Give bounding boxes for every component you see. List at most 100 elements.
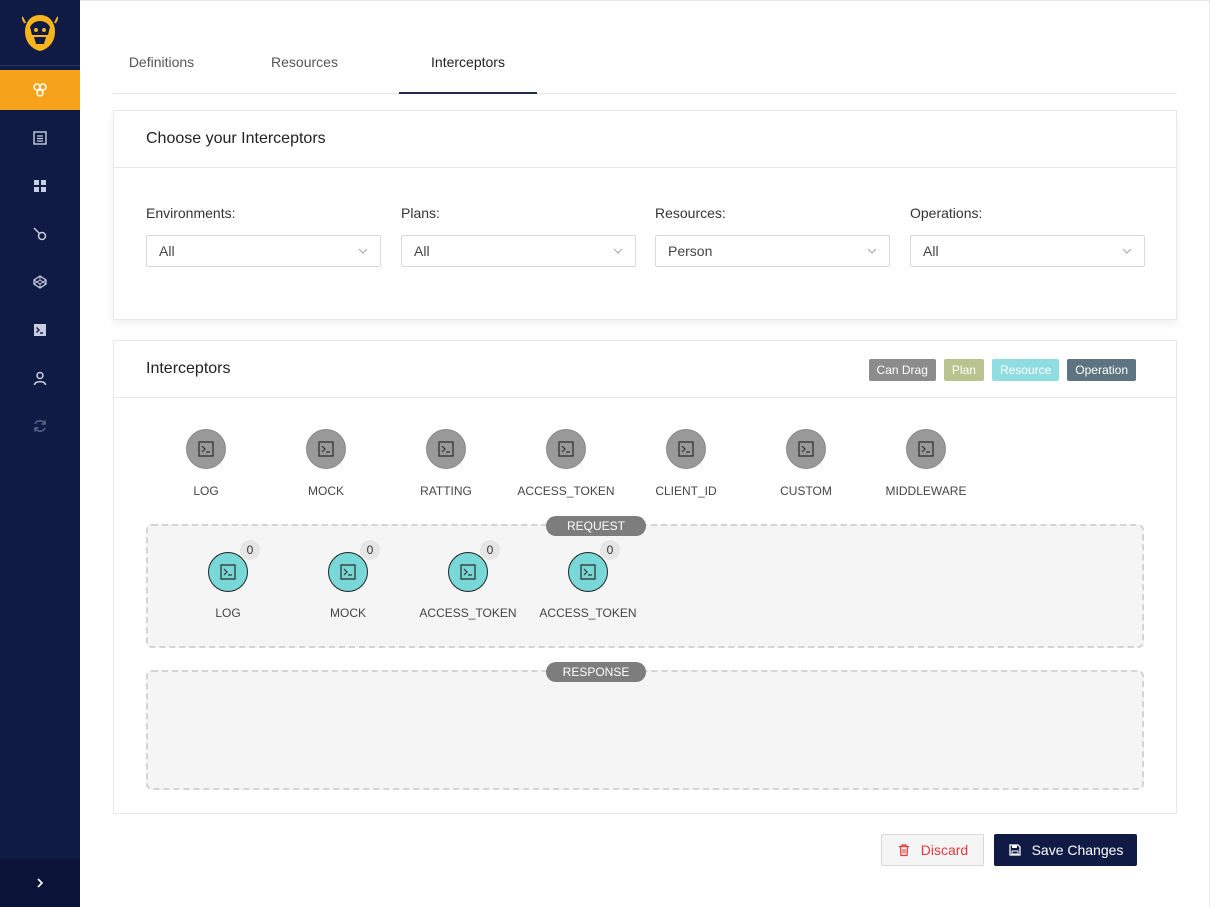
palette-item-middleware[interactable]: MIDDLEWARE (866, 429, 986, 498)
palette-label: ACCESS_TOKEN (517, 484, 615, 498)
nav-list[interactable] (0, 118, 80, 158)
legend: Can Drag Plan Resource Operation (868, 359, 1136, 381)
user-icon (33, 371, 47, 386)
sidebar (0, 0, 80, 907)
palette-label: MOCK (308, 484, 344, 498)
nav-dashboard[interactable] (0, 166, 80, 206)
nav-sync[interactable] (0, 406, 80, 446)
chevron-down-icon (1122, 248, 1132, 254)
request-item-access-token[interactable]: 0 ACCESS_TOKEN (408, 540, 528, 620)
tab-bar: Definitions Resources Interceptors (113, 39, 1177, 94)
chevron-right-icon (37, 878, 44, 888)
filters-card: Choose your Interceptors Environments: A… (113, 110, 1177, 320)
terminal-icon (328, 552, 368, 592)
nav-user[interactable] (0, 358, 80, 398)
count-badge: 0 (360, 540, 380, 560)
helmet-logo-icon (22, 14, 58, 51)
tab-definitions[interactable]: Definitions (113, 39, 210, 94)
dashboard-icon (34, 180, 46, 192)
terminal-icon (208, 552, 248, 592)
palette-item-access-token[interactable]: ACCESS_TOKEN (506, 429, 626, 498)
terminal-icon (666, 429, 706, 469)
palette-item-custom[interactable]: CUSTOM (746, 429, 866, 498)
palette-label: LOG (193, 484, 219, 498)
environments-label: Environments: (146, 205, 236, 221)
plans-label: Plans: (401, 205, 440, 221)
count-badge: 0 (480, 540, 500, 560)
palette-label: CUSTOM (780, 484, 832, 498)
environments-value: All (159, 243, 175, 259)
environments-filter: Environments: All (146, 205, 381, 267)
request-item-label: ACCESS_TOKEN (539, 606, 637, 620)
app-logo[interactable] (0, 0, 80, 66)
sync-icon (34, 420, 46, 432)
legend-can-drag: Can Drag (868, 359, 936, 381)
save-changes-button[interactable]: Save Changes (994, 834, 1137, 866)
nav-codepen[interactable] (0, 262, 80, 302)
interceptors-icon (33, 83, 47, 97)
terminal-icon (306, 429, 346, 469)
palette-item-log[interactable]: LOG (146, 429, 266, 498)
main-content: Definitions Resources Interceptors Choos… (80, 0, 1210, 907)
operations-filter: Operations: All (910, 205, 1145, 267)
operations-select[interactable]: All (910, 235, 1145, 267)
legend-plan: Plan (943, 359, 984, 381)
request-item-log[interactable]: 0 LOG (168, 540, 288, 620)
request-item-label: MOCK (330, 606, 366, 620)
chevron-down-icon (867, 248, 877, 254)
terminal-icon (186, 429, 226, 469)
palette-label: RATTING (420, 484, 472, 498)
resources-filter: Resources: Person (655, 205, 890, 267)
environments-select[interactable]: All (146, 235, 381, 267)
discard-button[interactable]: Discard (881, 834, 984, 866)
interceptors-card: Interceptors Can Drag Plan Resource Oper… (113, 340, 1177, 814)
palette-label: MIDDLEWARE (885, 484, 967, 498)
plans-select[interactable]: All (401, 235, 636, 267)
count-badge: 0 (600, 540, 620, 560)
response-title: RESPONSE (546, 662, 646, 682)
request-item-access-token[interactable]: 0 ACCESS_TOKEN (528, 540, 648, 620)
tab-resources[interactable]: Resources (256, 39, 353, 94)
interceptors-header: Interceptors Can Drag Plan Resource Oper… (114, 341, 1176, 398)
operations-value: All (923, 243, 939, 259)
connection-icon (33, 227, 47, 241)
chevron-down-icon (358, 248, 368, 254)
terminal-icon (906, 429, 946, 469)
resources-select[interactable]: Person (655, 235, 890, 267)
legend-operation: Operation (1067, 359, 1136, 381)
tab-interceptors[interactable]: Interceptors (399, 39, 537, 94)
request-title: REQUEST (546, 516, 646, 536)
interceptors-title: Interceptors (146, 360, 231, 377)
terminal-icon (34, 324, 46, 336)
chevron-down-icon (613, 248, 623, 254)
plans-value: All (414, 243, 430, 259)
response-dropzone[interactable]: RESPONSE (146, 662, 1144, 790)
resources-label: Resources: (655, 205, 726, 221)
request-item-label: ACCESS_TOKEN (419, 606, 517, 620)
trash-icon (898, 844, 909, 857)
save-label: Save Changes (1031, 842, 1124, 858)
discard-label: Discard (920, 842, 969, 858)
palette-item-client-id[interactable]: CLIENT_ID (626, 429, 746, 498)
palette-label: CLIENT_ID (655, 484, 717, 498)
plans-filter: Plans: All (401, 205, 636, 267)
collapse-sidebar-button[interactable] (0, 859, 80, 907)
palette-item-mock[interactable]: MOCK (266, 429, 386, 498)
nav-interceptors[interactable] (0, 70, 80, 110)
request-dropzone[interactable]: REQUEST 0 LOG 0 MOCK 0 ACCESS_TOKEN 0 AC… (146, 516, 1144, 648)
nav-terminal[interactable] (0, 310, 80, 350)
terminal-icon (786, 429, 826, 469)
terminal-icon (568, 552, 608, 592)
request-item-mock[interactable]: 0 MOCK (288, 540, 408, 620)
terminal-icon (546, 429, 586, 469)
legend-resource: Resource (991, 359, 1060, 381)
palette-item-ratting[interactable]: RATTING (386, 429, 506, 498)
nav-connections[interactable] (0, 214, 80, 254)
filters-title: Choose your Interceptors (114, 111, 1176, 168)
resources-value: Person (668, 243, 713, 259)
codepen-icon (33, 275, 47, 289)
terminal-icon (448, 552, 488, 592)
terminal-icon (426, 429, 466, 469)
operations-label: Operations: (910, 205, 983, 221)
count-badge: 0 (240, 540, 260, 560)
